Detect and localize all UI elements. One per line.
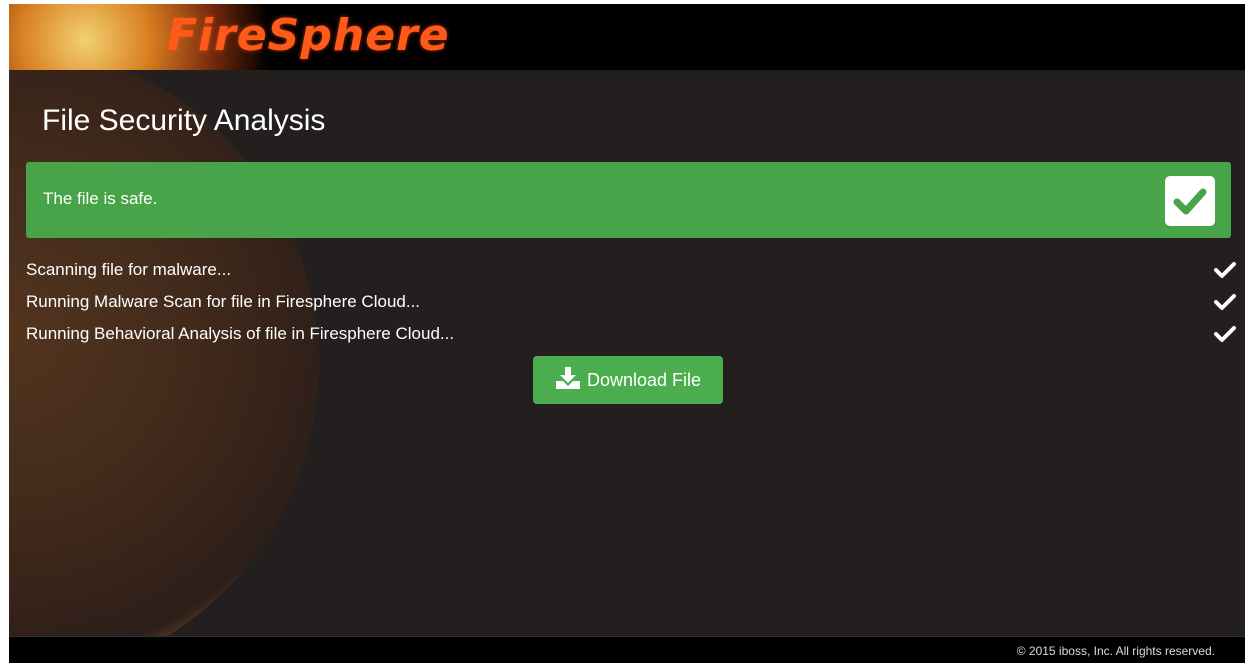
step-label: Scanning file for malware... <box>26 260 232 279</box>
result-alert: The file is safe. <box>26 162 1231 238</box>
app-window: FireSphere File Security Analysis The fi… <box>9 4 1245 663</box>
footer: © 2015 iboss, Inc. All rights reserved. <box>9 636 1245 663</box>
download-button-label: Download File <box>586 369 702 390</box>
list-item: Running Behavioral Analysis of file in F… <box>26 321 1236 353</box>
header-banner: FireSphere <box>9 4 1245 70</box>
copyright-text: © 2015 iboss, Inc. All rights reserved. <box>1016 644 1215 658</box>
check-icon <box>1214 293 1236 311</box>
page-title: File Security Analysis <box>42 104 326 137</box>
check-icon <box>1214 325 1236 343</box>
list-item: Running Malware Scan for file in Firesph… <box>26 289 1236 321</box>
check-icon <box>1214 261 1236 279</box>
step-label: Running Malware Scan for file in Firesph… <box>26 292 421 311</box>
step-label: Running Behavioral Analysis of file in F… <box>26 324 455 343</box>
firesphere-logo: FireSphere <box>167 10 450 61</box>
scan-steps-list: Scanning file for malware... Running Mal… <box>26 257 1236 353</box>
download-icon <box>555 366 581 395</box>
download-file-button[interactable]: Download File <box>533 356 723 404</box>
list-item: Scanning file for malware... <box>26 257 1236 289</box>
result-message: The file is safe. <box>43 189 158 208</box>
check-square-icon <box>1165 176 1215 226</box>
